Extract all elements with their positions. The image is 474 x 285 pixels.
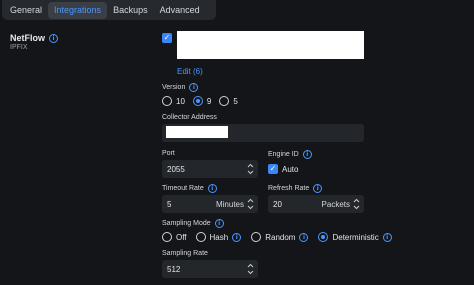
sampling-option-label: Random [265,232,296,242]
tab-general[interactable]: General [4,2,48,19]
stepper-icon[interactable] [247,263,254,275]
sampling-mode-radio-group: Off Hash i Random i Deterministic i [162,232,392,242]
tab-integrations[interactable]: Integrations [48,1,108,19]
tab-backups[interactable]: Backups [107,2,154,19]
timeout-rate-label: Timeout Rate i [162,184,217,193]
version-option-10[interactable]: 10 [162,96,185,106]
radio-selected-icon[interactable] [192,96,203,106]
sampling-mode-label-text: Sampling Mode [162,220,211,227]
sampling-option-off[interactable]: Off [162,232,187,242]
sampling-option-deterministic[interactable]: Deterministic i [318,232,392,242]
info-icon[interactable]: i [232,232,242,242]
sampling-option-label: Hash [209,232,229,242]
stepper-icon[interactable] [247,198,254,210]
info-icon[interactable]: i [382,232,392,242]
port-input[interactable]: 2055 [162,160,258,178]
engine-id-auto-checkbox[interactable]: ✓ [268,164,278,174]
refresh-rate-input[interactable]: 20 Packets [268,195,364,213]
engine-id-auto-label: Auto [282,165,299,174]
radio-icon[interactable] [162,96,172,106]
version-label-text: Version [162,84,186,91]
radio-icon[interactable] [195,232,206,242]
section-subtitle: IPFIX [10,44,28,51]
sampling-rate-value: 512 [167,264,181,274]
refresh-rate-label: Refresh Rate i [268,184,323,193]
timeout-rate-input[interactable]: 5 Minutes [162,195,258,213]
info-icon[interactable]: i [207,184,217,193]
stepper-icon[interactable] [353,198,360,210]
collector-address-label: Collector Address [162,114,217,121]
port-label: Port [162,150,175,157]
sampling-option-random[interactable]: Random i [251,232,318,242]
info-icon[interactable]: i [189,83,199,92]
version-option-label: 10 [176,96,185,106]
info-icon[interactable]: i [49,33,58,43]
refresh-rate-value: 20 [273,199,282,209]
timeout-rate-value: 5 [167,199,172,209]
info-icon[interactable]: i [302,150,312,159]
timeout-rate-label-text: Timeout Rate [162,185,204,192]
engine-id-label: Engine ID i [268,150,312,159]
section-title-text: NetFlow [10,33,45,43]
sampling-option-label: Off [176,232,187,242]
version-radio-group: 10 9 5 [162,96,238,106]
sampling-option-hash[interactable]: Hash i [195,232,252,242]
radio-icon[interactable] [219,96,230,106]
engine-id-label-text: Engine ID [268,151,299,158]
timeout-rate-unit: Minutes [215,199,244,209]
version-option-label: 5 [233,96,238,106]
refresh-rate-unit: Packets [321,199,350,209]
radio-icon[interactable] [162,232,172,242]
radio-icon[interactable] [251,232,262,242]
refresh-rate-label-text: Refresh Rate [268,185,310,192]
sampling-rate-input[interactable]: 512 [162,260,258,278]
netflow-section-title: NetFlow i [10,33,58,43]
port-value: 2055 [167,164,185,174]
info-icon[interactable]: i [214,219,224,228]
tab-advanced[interactable]: Advanced [154,2,206,19]
redacted-value [166,126,228,138]
info-icon[interactable]: i [299,232,309,242]
version-option-label: 9 [206,96,212,106]
version-option-5[interactable]: 5 [219,96,238,106]
tab-bar: General Integrations Backups Advanced [2,0,216,20]
redacted-block [177,31,364,59]
version-label: Version i [162,83,199,92]
edit-link[interactable]: Edit (6) [177,67,203,76]
sampling-option-label: Deterministic [332,232,379,242]
collector-address-field[interactable] [162,124,364,142]
info-icon[interactable]: i [313,184,323,193]
sampling-mode-label: Sampling Mode i [162,219,224,228]
netflow-enable-checkbox[interactable]: ✓ [162,33,172,43]
version-option-9[interactable]: 9 [192,96,212,106]
sampling-rate-label: Sampling Rate [162,250,208,257]
stepper-icon[interactable] [247,163,254,175]
radio-selected-icon[interactable] [318,232,329,242]
